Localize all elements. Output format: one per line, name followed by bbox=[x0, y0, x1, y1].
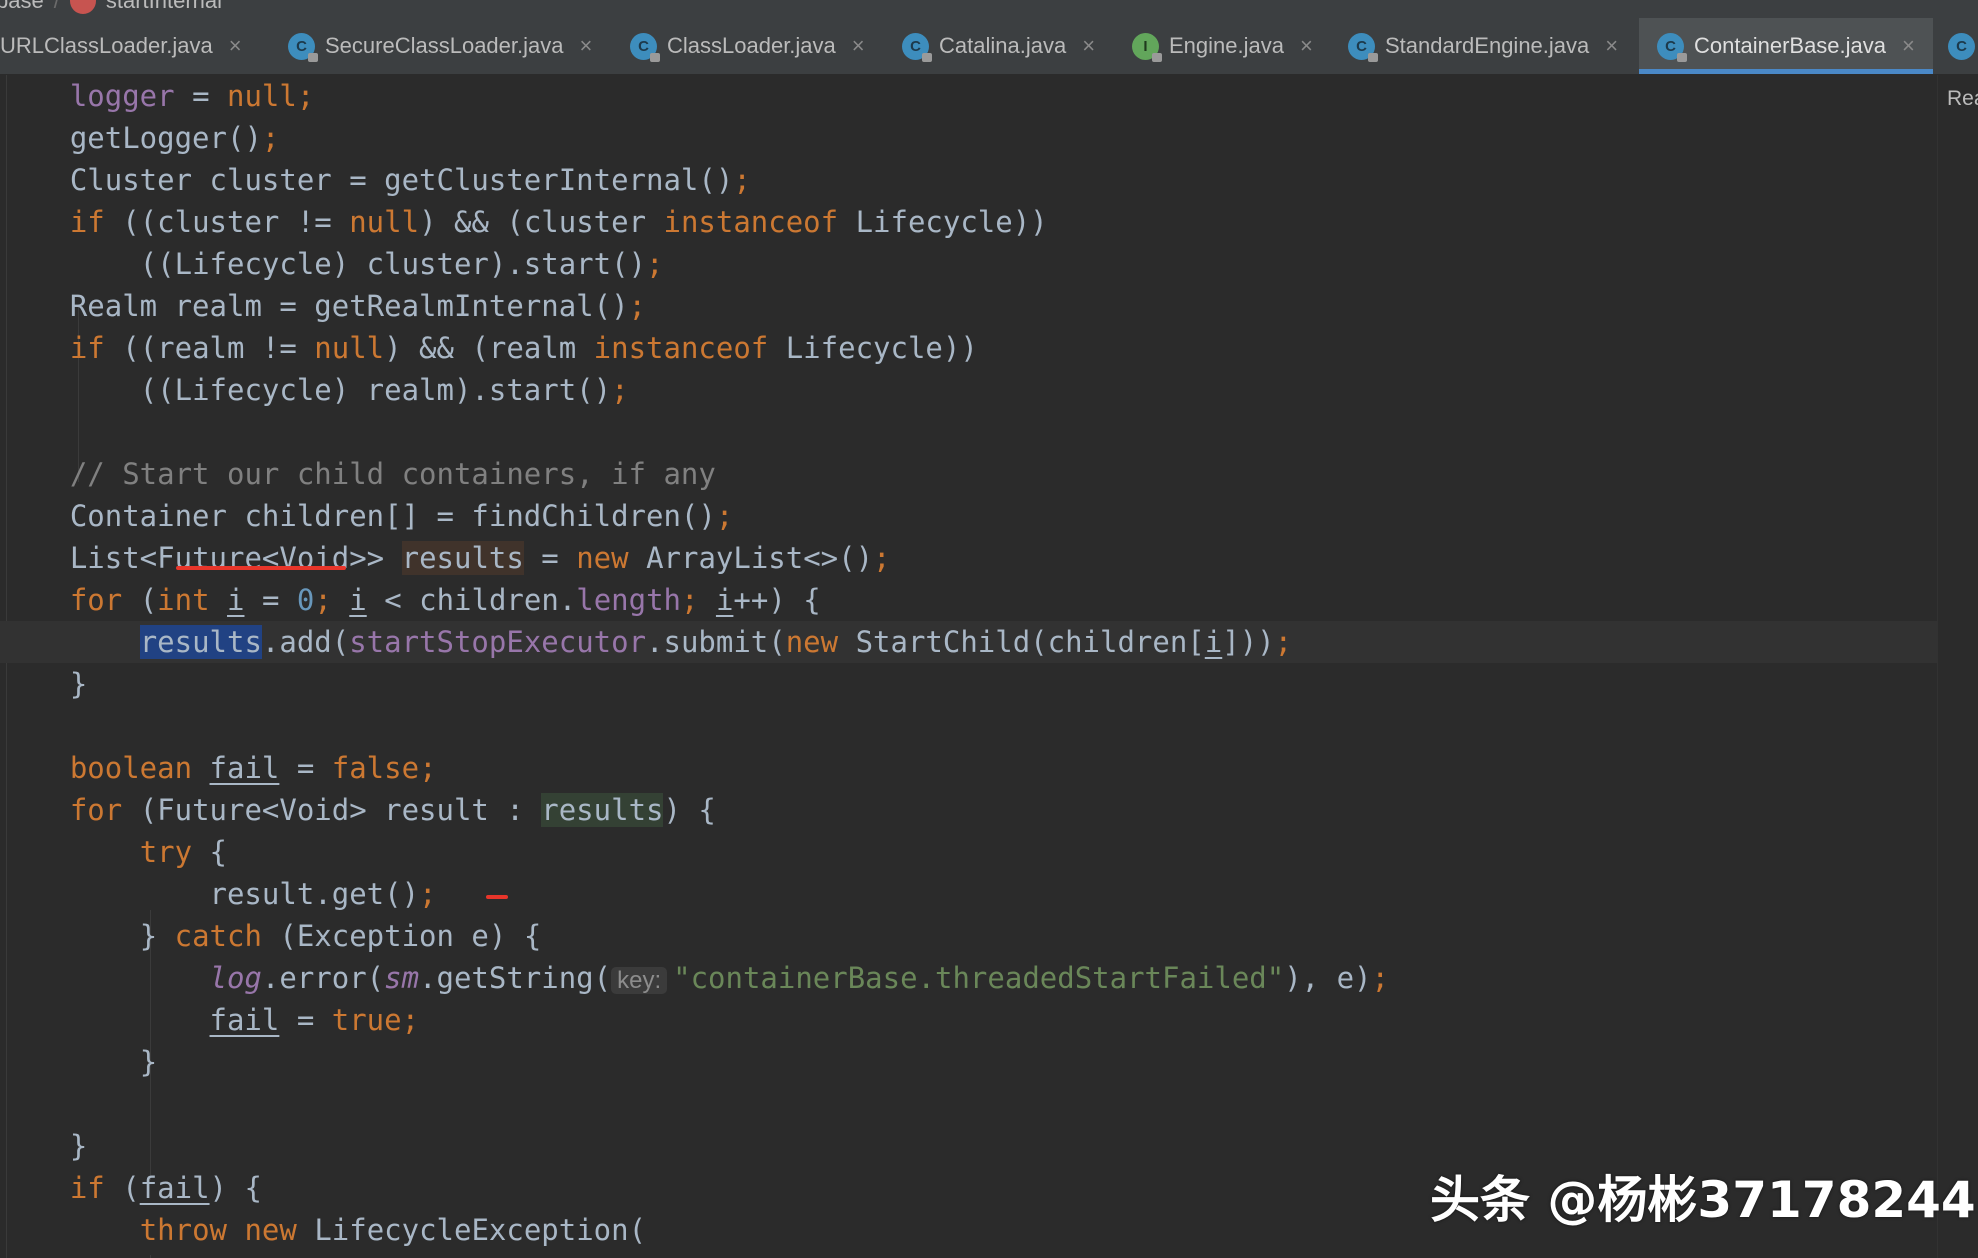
close-icon[interactable]: × bbox=[852, 33, 865, 59]
close-icon[interactable]: × bbox=[1300, 33, 1313, 59]
code-line[interactable]: boolean fail = false; bbox=[0, 747, 1937, 789]
interface-icon: I bbox=[1132, 32, 1162, 62]
code-line[interactable]: ((Lifecycle) realm).start(); bbox=[0, 369, 1937, 411]
tab-urlclassloader[interactable]: URLClassLoader.java × bbox=[0, 18, 242, 74]
tab-secureclassloader[interactable]: C SecureClassLoader.java × bbox=[288, 18, 592, 74]
breadcrumb-separator: / bbox=[53, 0, 60, 13]
breadcrumb-item-class[interactable]: base bbox=[0, 0, 44, 14]
code-line[interactable]: logger = null; bbox=[0, 75, 1937, 117]
tab-label: Catalina.java bbox=[939, 33, 1067, 58]
reader-mode-label[interactable]: Rea bbox=[1947, 87, 1978, 111]
class-icon: C bbox=[902, 32, 932, 62]
tab-standardengine[interactable]: C StandardEngine.java × bbox=[1348, 18, 1618, 74]
code-line[interactable]: } bbox=[0, 663, 1937, 705]
close-icon[interactable]: × bbox=[229, 33, 242, 59]
class-icon: C bbox=[1657, 32, 1687, 62]
tab-classloader[interactable]: C ClassLoader.java × bbox=[630, 18, 865, 74]
right-tool-panel[interactable]: Rea bbox=[1937, 75, 1978, 1258]
tab-catalina[interactable]: C Catalina.java × bbox=[902, 18, 1095, 74]
code-line[interactable]: result.get(); bbox=[0, 873, 1937, 915]
class-icon: C bbox=[630, 32, 660, 62]
code-line[interactable]: // Start our child containers, if any bbox=[0, 453, 1937, 495]
code-line[interactable]: for (Future<Void> result : results) { bbox=[0, 789, 1937, 831]
tab-label: ContainerBase.java bbox=[1694, 33, 1887, 58]
method-icon bbox=[69, 0, 96, 14]
code-line[interactable]: for (int i = 0; i < children.length; i++… bbox=[0, 579, 1937, 621]
tab-label: StandardEngine.java bbox=[1385, 33, 1590, 58]
breadcrumb-item-method[interactable]: startInternal bbox=[106, 0, 222, 14]
code-line[interactable]: ((Lifecycle) cluster).start(); bbox=[0, 243, 1937, 285]
code-line[interactable]: Container children[] = findChildren(); bbox=[0, 495, 1937, 537]
tab-engine[interactable]: I Engine.java × bbox=[1132, 18, 1313, 74]
tab-label: URLClassLoader.java bbox=[0, 33, 213, 58]
watermark: 头条 @杨彬37178244 bbox=[1430, 1171, 1976, 1229]
code-line[interactable]: log.error(sm.getString(key: "containerBas… bbox=[0, 957, 1937, 999]
class-icon: C bbox=[1348, 32, 1378, 62]
code-line[interactable]: fail = true; bbox=[0, 999, 1937, 1041]
editor-tab-bar: URLClassLoader.java × C SecureClassLoade… bbox=[0, 18, 1978, 75]
parameter-hint: key: bbox=[611, 967, 668, 994]
class-icon: C bbox=[1948, 32, 1975, 60]
red-annotation-mark bbox=[486, 895, 508, 899]
red-annotation-underline bbox=[176, 566, 346, 570]
breadcrumb: base / startInternal bbox=[0, 0, 1978, 18]
code-line[interactable]: getLogger(); bbox=[0, 117, 1937, 159]
code-line[interactable]: Cluster cluster = getClusterInternal(); bbox=[0, 159, 1937, 201]
class-icon: C bbox=[288, 32, 318, 62]
tab-label: ClassLoader.java bbox=[667, 33, 836, 58]
tab-label: Engine.java bbox=[1169, 33, 1284, 58]
code-line[interactable]: } bbox=[0, 1041, 1937, 1083]
code-line[interactable]: try { bbox=[0, 831, 1937, 873]
tab-containerbase[interactable]: C ContainerBase.java × bbox=[1639, 18, 1933, 74]
code-line[interactable]: if ((cluster != null) && (cluster instan… bbox=[0, 201, 1937, 243]
code-line-current[interactable]: results.add(startStopExecutor.submit(new… bbox=[0, 621, 1937, 663]
tab-label: SecureClassLoader.java bbox=[325, 33, 564, 58]
code-editor[interactable]: logger = null; getLogger(); Cluster clus… bbox=[0, 75, 1937, 1258]
close-icon[interactable]: × bbox=[1605, 33, 1618, 59]
code-line[interactable]: if ((realm != null) && (realm instanceof… bbox=[0, 327, 1937, 369]
close-icon[interactable]: × bbox=[1902, 33, 1915, 59]
code-line[interactable]: List<Future<Void>> results = new ArrayLi… bbox=[0, 537, 1937, 579]
code-line[interactable]: } catch (Exception e) { bbox=[0, 915, 1937, 957]
close-icon[interactable]: × bbox=[579, 33, 592, 59]
code-line[interactable]: Realm realm = getRealmInternal(); bbox=[0, 285, 1937, 327]
tab-overflow[interactable]: C bbox=[1948, 18, 1978, 74]
close-icon[interactable]: × bbox=[1082, 33, 1095, 59]
